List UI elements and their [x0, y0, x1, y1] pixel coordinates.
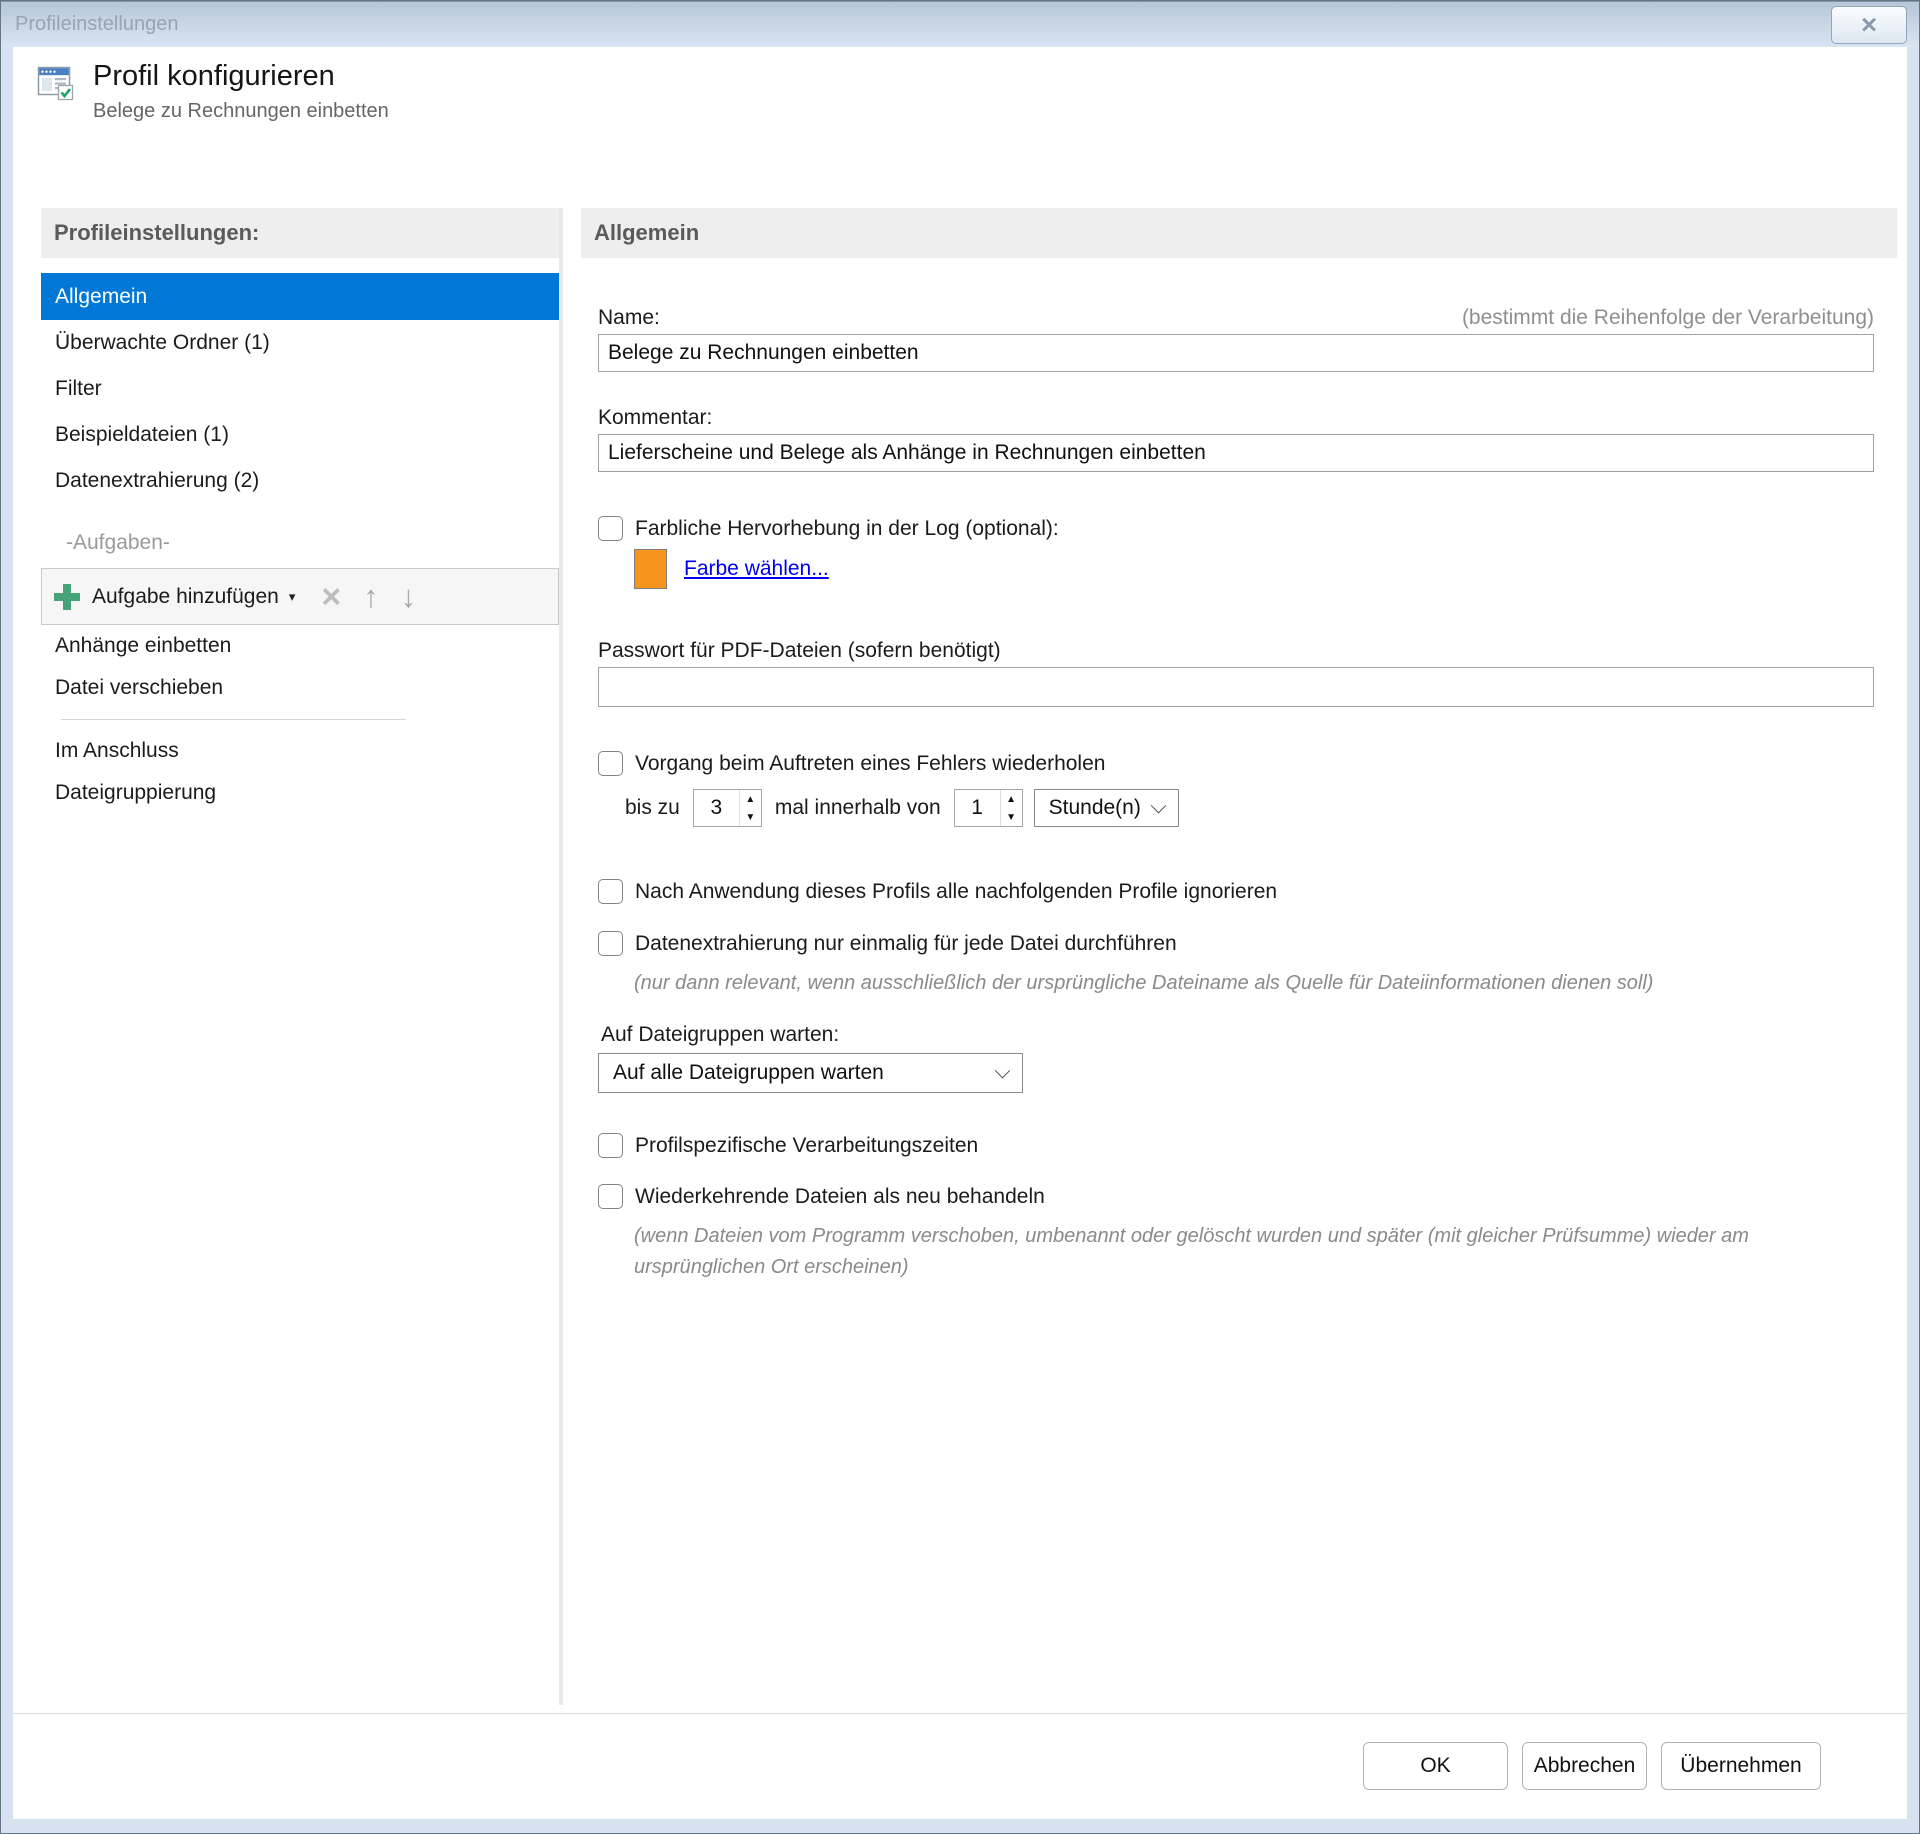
processing-times-label: Profilspezifische Verarbeitungszeiten: [635, 1133, 979, 1157]
sidebar-item-dateigruppierung[interactable]: Dateigruppierung: [41, 772, 559, 814]
ok-button[interactable]: OK: [1363, 1742, 1508, 1790]
retry-count-value: 3: [710, 796, 723, 819]
choose-color-link[interactable]: Farbe wählen...: [684, 557, 829, 581]
panel-divider: [559, 208, 563, 1705]
dialog-body: Profileinstellungen: Allgemein Überwacht…: [13, 208, 1907, 1713]
file-groups-value: Auf alle Dateigruppen warten: [613, 1061, 884, 1084]
name-label: Name:: [598, 306, 660, 329]
profile-window-icon: [37, 66, 74, 101]
sidebar-item-ueberwachte-ordner[interactable]: Überwachte Ordner (1): [41, 320, 559, 366]
chevron-down-icon: [994, 1062, 1011, 1078]
sidebar-item-beispieldateien[interactable]: Beispieldateien (1): [41, 412, 559, 458]
footer: OK Abbrechen Übernehmen: [13, 1714, 1907, 1819]
retry-count-stepper[interactable]: 3 ▲ ▼: [692, 789, 762, 827]
profile-settings-dialog: Profileinstellungen × Profil konfigurier…: [0, 0, 1920, 1834]
retry-interval-down-button[interactable]: ▼: [1000, 808, 1022, 826]
color-swatch[interactable]: [634, 549, 667, 589]
retry-prefix-label: bis zu: [625, 796, 680, 819]
titlebar: Profileinstellungen ×: [1, 1, 1919, 47]
dialog-frame: Profil konfigurieren Belege zu Rechnunge…: [1, 47, 1919, 1833]
page-title: Profil konfigurieren: [93, 60, 335, 92]
sidebar-header: Profileinstellungen:: [41, 208, 559, 258]
chevron-down-icon[interactable]: ▾: [289, 589, 296, 605]
ignore-following-checkbox[interactable]: [598, 879, 623, 904]
retry-interval-up-button[interactable]: ▲: [1000, 790, 1022, 808]
task-item-anhaenge-einbetten[interactable]: Anhänge einbetten: [41, 625, 559, 667]
color-highlight-label: Farbliche Hervorhebung in der Log (optio…: [635, 516, 1059, 540]
comment-label: Kommentar:: [598, 406, 713, 429]
retry-unit-value: Stunde(n): [1048, 796, 1141, 819]
move-task-up-button[interactable]: ↑: [363, 581, 379, 612]
password-input[interactable]: [598, 667, 1874, 707]
chevron-down-icon: [1150, 797, 1166, 813]
password-label: Passwort für PDF-Dateien (sofern benötig…: [598, 639, 1001, 662]
sidebar-item-allgemein[interactable]: Allgemein: [41, 273, 559, 320]
retry-unit-select[interactable]: Stunde(n): [1033, 789, 1179, 827]
retry-count-down-button[interactable]: ▼: [739, 808, 761, 826]
processing-times-checkbox[interactable]: [598, 1133, 623, 1158]
name-input[interactable]: [598, 334, 1874, 372]
extract-once-note: (nur dann relevant, wenn ausschließlich …: [634, 972, 1654, 994]
window-title: Profileinstellungen: [15, 13, 179, 35]
delete-task-button[interactable]: ×: [321, 580, 341, 614]
file-groups-select[interactable]: Auf alle Dateigruppen warten: [598, 1053, 1023, 1093]
close-icon: ×: [1860, 8, 1878, 40]
extract-once-checkbox[interactable]: [598, 931, 623, 956]
sidebar-item-im-anschluss[interactable]: Im Anschluss: [41, 730, 559, 772]
recurring-files-label: Wiederkehrende Dateien als neu behandeln: [635, 1184, 1045, 1208]
sidebar-divider: [61, 719, 406, 720]
add-icon: [54, 583, 80, 610]
file-groups-label: Auf Dateigruppen warten:: [601, 1023, 840, 1046]
main-panel: Allgemein Name: (bestimmt die Reihenfolg…: [581, 208, 1897, 1713]
task-toolbar: Aufgabe hinzufügen ▾ × ↑ ↓: [41, 568, 559, 625]
retry-checkbox[interactable]: [598, 751, 623, 776]
section-header: Allgemein: [581, 208, 1897, 258]
dialog-header: Profil konfigurieren Belege zu Rechnunge…: [13, 47, 1907, 208]
sidebar-item-datenextrahierung[interactable]: Datenextrahierung (2): [41, 458, 559, 504]
extract-once-label: Datenextrahierung nur einmalig für jede …: [635, 931, 1177, 955]
retry-label: Vorgang beim Auftreten eines Fehlers wie…: [635, 751, 1106, 775]
tasks-group-label: -Aufgaben-: [66, 531, 170, 554]
page-subtitle: Belege zu Rechnungen einbetten: [93, 100, 389, 122]
name-hint: (bestimmt die Reihenfolge der Verarbeitu…: [1461, 306, 1874, 329]
retry-count-up-button[interactable]: ▲: [739, 790, 761, 808]
sidebar-item-filter[interactable]: Filter: [41, 366, 559, 412]
recurring-files-note: (wenn Dateien vom Programm verschoben, u…: [634, 1225, 1749, 1278]
task-item-datei-verschieben[interactable]: Datei verschieben: [41, 667, 559, 709]
comment-input[interactable]: [598, 434, 1874, 472]
apply-button[interactable]: Übernehmen: [1661, 1742, 1821, 1790]
close-button[interactable]: ×: [1831, 5, 1907, 44]
retry-middle-label: mal innerhalb von: [774, 796, 941, 819]
dialog-content: Profil konfigurieren Belege zu Rechnunge…: [13, 47, 1907, 1819]
cancel-button[interactable]: Abbrechen: [1522, 1742, 1647, 1790]
sidebar: Profileinstellungen: Allgemein Überwacht…: [41, 208, 559, 1713]
color-highlight-checkbox[interactable]: [598, 516, 623, 541]
recurring-files-checkbox[interactable]: [598, 1184, 623, 1209]
add-task-button[interactable]: Aufgabe hinzufügen: [92, 585, 279, 609]
move-task-down-button[interactable]: ↓: [401, 581, 417, 612]
ignore-following-label: Nach Anwendung dieses Profils alle nachf…: [635, 879, 1278, 903]
retry-interval-stepper[interactable]: 1 ▲ ▼: [953, 789, 1023, 827]
retry-interval-value: 1: [971, 796, 983, 819]
